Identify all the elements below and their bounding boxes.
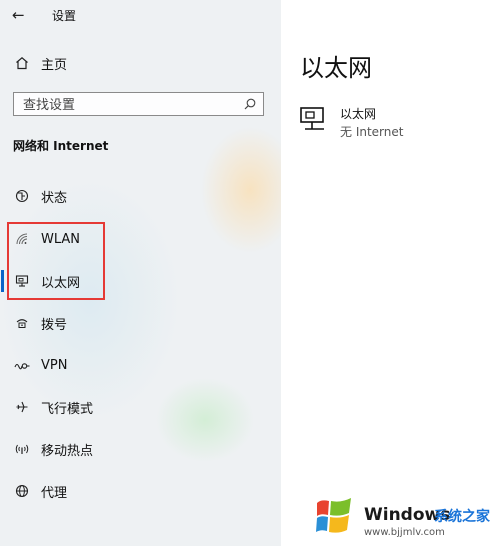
search-icon[interactable] bbox=[243, 96, 257, 115]
page-title: 以太网 bbox=[300, 54, 372, 82]
sidebar-item-label: 拨号 bbox=[41, 317, 68, 333]
sidebar-item-label: VPN bbox=[41, 357, 68, 373]
sidebar-item-vpn[interactable]: VPN bbox=[0, 347, 281, 383]
windows-logo-icon bbox=[313, 495, 357, 543]
sidebar-item-label: 以太网 bbox=[41, 275, 81, 291]
watermark-url: www.bjjmlv.com bbox=[364, 527, 445, 538]
ethernet-icon bbox=[13, 274, 31, 288]
sidebar-item-label: 飞行模式 bbox=[41, 401, 94, 417]
sidebar-item-label: 移动热点 bbox=[41, 443, 94, 459]
proxy-globe-icon bbox=[13, 484, 31, 498]
globe-status-icon bbox=[13, 189, 31, 203]
nav-home-label: 主页 bbox=[41, 57, 68, 73]
sidebar-item-label: WLAN bbox=[41, 231, 81, 247]
sidebar-item-ethernet[interactable]: 以太网 bbox=[0, 263, 281, 299]
wifi-icon bbox=[13, 232, 31, 246]
hotspot-icon bbox=[13, 442, 31, 456]
title-bar: ← 设置 bbox=[0, 0, 281, 32]
vpn-icon bbox=[13, 358, 31, 372]
sidebar-item-airplane-mode[interactable]: 飞行模式 bbox=[0, 389, 281, 425]
airplane-icon bbox=[13, 400, 31, 414]
ethernet-connection-card[interactable]: 以太网 无 Internet bbox=[300, 105, 490, 139]
settings-sidebar: ← 设置 主页 网络和 Internet 状态 WLAN 以太网 bbox=[0, 0, 281, 546]
back-arrow-icon[interactable]: ← bbox=[12, 5, 25, 25]
nav-home[interactable]: 主页 bbox=[0, 45, 281, 81]
watermark-site-name: 系统之家 bbox=[434, 509, 490, 525]
ethernet-adapter-icon bbox=[300, 107, 330, 137]
window-title: 设置 bbox=[52, 9, 77, 23]
connection-status: 无 Internet bbox=[340, 125, 404, 139]
sidebar-item-wlan[interactable]: WLAN bbox=[0, 221, 281, 257]
connection-name: 以太网 bbox=[340, 107, 377, 121]
sidebar-item-proxy[interactable]: 代理 bbox=[0, 473, 281, 509]
sidebar-item-label: 状态 bbox=[41, 190, 68, 206]
sidebar-item-status[interactable]: 状态 bbox=[0, 178, 281, 214]
search-input[interactable] bbox=[14, 93, 245, 117]
sidebar-item-mobile-hotspot[interactable]: 移动热点 bbox=[0, 431, 281, 467]
main-content: 以太网 以太网 无 Internet bbox=[281, 0, 500, 546]
home-icon bbox=[13, 56, 31, 70]
search-box[interactable] bbox=[13, 92, 264, 117]
sidebar-item-label: 代理 bbox=[41, 485, 68, 501]
sidebar-item-dialup[interactable]: 拨号 bbox=[0, 305, 281, 341]
section-title: 网络和 Internet bbox=[13, 139, 109, 153]
dial-up-icon bbox=[13, 316, 31, 330]
